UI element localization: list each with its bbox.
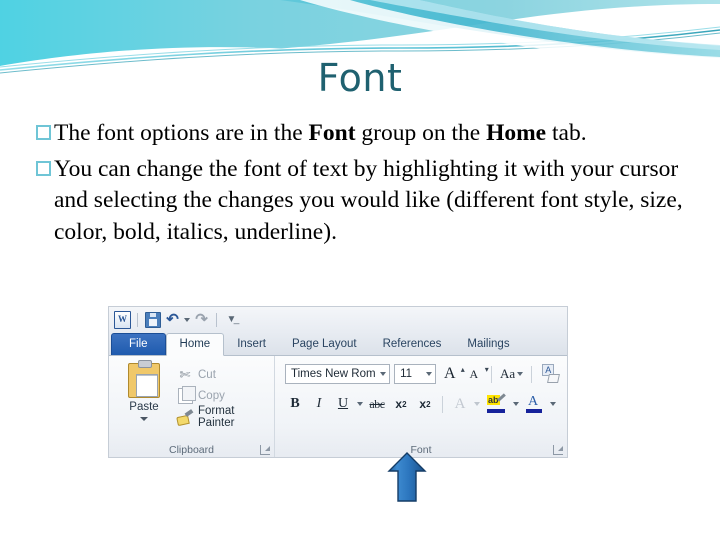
redo-icon[interactable]: ↷ bbox=[193, 311, 210, 328]
chevron-down-icon[interactable] bbox=[380, 372, 387, 376]
bullet-text-2: You can change the font of text by highl… bbox=[54, 155, 683, 246]
paste-icon bbox=[128, 360, 160, 398]
italic-button[interactable]: I bbox=[309, 394, 329, 415]
cut-button[interactable]: ✄ Cut bbox=[177, 364, 270, 385]
font-name-value: Times New Rom bbox=[291, 368, 376, 380]
subscript-button[interactable]: x2 bbox=[391, 394, 411, 415]
font-row-primary: Times New Rom 11 A ▴ A ▾ Aa bbox=[285, 362, 561, 386]
text-run-bold: Home bbox=[486, 120, 547, 146]
undo-dropdown-caret-icon[interactable] bbox=[184, 317, 190, 322]
highlight-dropdown-caret-icon[interactable] bbox=[513, 402, 519, 406]
highlight-color-swatch bbox=[487, 408, 505, 413]
chevron-down-icon[interactable] bbox=[425, 372, 432, 376]
font-color-dropdown-caret-icon[interactable] bbox=[550, 402, 556, 406]
subscript-glyph: x bbox=[395, 397, 403, 411]
ribbon-group-clipboard: Paste ✄ Cut Copy Format Painter Clipboar… bbox=[109, 356, 274, 457]
underline-dropdown-caret-icon[interactable] bbox=[357, 402, 363, 406]
clear-formatting-icon bbox=[541, 364, 559, 383]
page-title: Font bbox=[317, 56, 403, 100]
word-app-icon[interactable]: W bbox=[114, 310, 131, 329]
slide: Font The font options are in the Font gr… bbox=[0, 0, 720, 540]
tab-home[interactable]: Home bbox=[165, 333, 225, 356]
tab-references[interactable]: References bbox=[370, 334, 455, 355]
text-effects-button[interactable]: A bbox=[450, 394, 470, 415]
change-case-glyph: Aa bbox=[499, 366, 516, 381]
quick-access-toolbar: W ↶ ↷ ▼̲ bbox=[109, 307, 567, 332]
clear-formatting-button[interactable] bbox=[539, 364, 561, 385]
font-dialog-launcher-icon[interactable] bbox=[553, 445, 563, 455]
bullet-list: The font options are in the Font group o… bbox=[36, 118, 696, 253]
change-case-button[interactable]: Aa bbox=[499, 364, 525, 385]
font-color-icon: A bbox=[525, 393, 544, 414]
font-color-swatch bbox=[526, 408, 542, 413]
font-color-button[interactable]: A bbox=[523, 394, 546, 415]
font-name-combobox[interactable]: Times New Rom bbox=[285, 364, 391, 384]
font-row-secondary: B I U abc x2 x2 A ab A bbox=[285, 392, 561, 416]
word-ribbon-screenshot: W ↶ ↷ ▼̲ File Home Insert Page Layout Re… bbox=[108, 306, 568, 458]
open-square-bullet-icon bbox=[36, 160, 51, 176]
font-color-a-glyph: A bbox=[528, 393, 539, 409]
list-item: You can change the font of text by highl… bbox=[36, 154, 696, 249]
toolbar-divider bbox=[216, 312, 217, 327]
text-run-bold: Font bbox=[308, 120, 356, 146]
strikethrough-button[interactable]: abc bbox=[367, 394, 387, 415]
shrink-font-glyph: A bbox=[469, 366, 479, 381]
divider bbox=[531, 365, 533, 383]
superscript-button[interactable]: x2 bbox=[415, 394, 435, 415]
undo-icon[interactable]: ↶ bbox=[164, 311, 181, 328]
text-run: group on the bbox=[355, 120, 487, 146]
tab-insert[interactable]: Insert bbox=[224, 334, 279, 355]
clipboard-group-label: Clipboard bbox=[169, 444, 214, 456]
superscript-glyph: x bbox=[419, 397, 427, 411]
clipboard-dialog-launcher-icon[interactable] bbox=[260, 445, 270, 455]
format-painter-button[interactable]: Format Painter bbox=[177, 404, 270, 429]
text-run: The font options are in the bbox=[54, 120, 309, 146]
copy-label: Copy bbox=[198, 389, 225, 402]
up-arrow-pointing-to-font-group bbox=[387, 452, 427, 502]
text-highlight-color-button[interactable]: ab bbox=[484, 392, 509, 415]
copy-button[interactable]: Copy bbox=[177, 385, 270, 406]
chevron-down-icon[interactable] bbox=[517, 372, 524, 376]
cut-label: Cut bbox=[198, 368, 216, 381]
grow-font-glyph: A bbox=[444, 365, 456, 382]
format-painter-label: Format Painter bbox=[198, 404, 235, 429]
paste-label: Paste bbox=[129, 401, 159, 413]
highlighter-icon: ab bbox=[486, 392, 507, 414]
word-logo-glyph: W bbox=[114, 310, 131, 329]
grow-font-button[interactable]: A ▴ bbox=[440, 364, 465, 385]
bullet-text-1: The font options are in the Font group o… bbox=[54, 118, 696, 150]
ribbon-group-font: Times New Rom 11 A ▴ A ▾ Aa A B I U abc … bbox=[274, 356, 567, 457]
customize-quick-access-icon[interactable]: ▼̲ bbox=[223, 311, 240, 328]
paste-dropdown-caret-icon[interactable] bbox=[140, 416, 148, 421]
underline-button[interactable]: U bbox=[333, 394, 353, 415]
shrink-font-button[interactable]: A ▾ bbox=[464, 364, 488, 385]
text-run: tab. bbox=[546, 120, 587, 146]
open-square-bullet-icon bbox=[36, 125, 51, 140]
copy-icon bbox=[177, 385, 196, 404]
text-effects-dropdown-caret-icon[interactable] bbox=[474, 402, 480, 406]
superscript-index: 2 bbox=[426, 399, 431, 409]
tab-mailings[interactable]: Mailings bbox=[454, 334, 522, 355]
list-item: The font options are in the Font group o… bbox=[36, 118, 696, 150]
paintbrush-icon bbox=[177, 409, 193, 425]
ribbon-content: Paste ✄ Cut Copy Format Painter Clipboar… bbox=[109, 356, 567, 457]
save-icon[interactable] bbox=[144, 311, 161, 328]
font-size-value: 11 bbox=[400, 368, 413, 380]
divider bbox=[442, 395, 443, 413]
ribbon-tab-strip: File Home Insert Page Layout References … bbox=[109, 332, 567, 356]
font-size-combobox[interactable]: 11 bbox=[394, 364, 436, 384]
tab-page-layout[interactable]: Page Layout bbox=[279, 334, 370, 355]
scissors-icon: ✄ bbox=[179, 366, 191, 382]
toolbar-divider bbox=[137, 312, 138, 327]
bold-button[interactable]: B bbox=[285, 394, 305, 415]
down-caret-icon: ▾ bbox=[484, 364, 489, 374]
subscript-index: 2 bbox=[402, 399, 407, 409]
divider bbox=[490, 365, 492, 383]
tab-file[interactable]: File bbox=[111, 333, 166, 355]
